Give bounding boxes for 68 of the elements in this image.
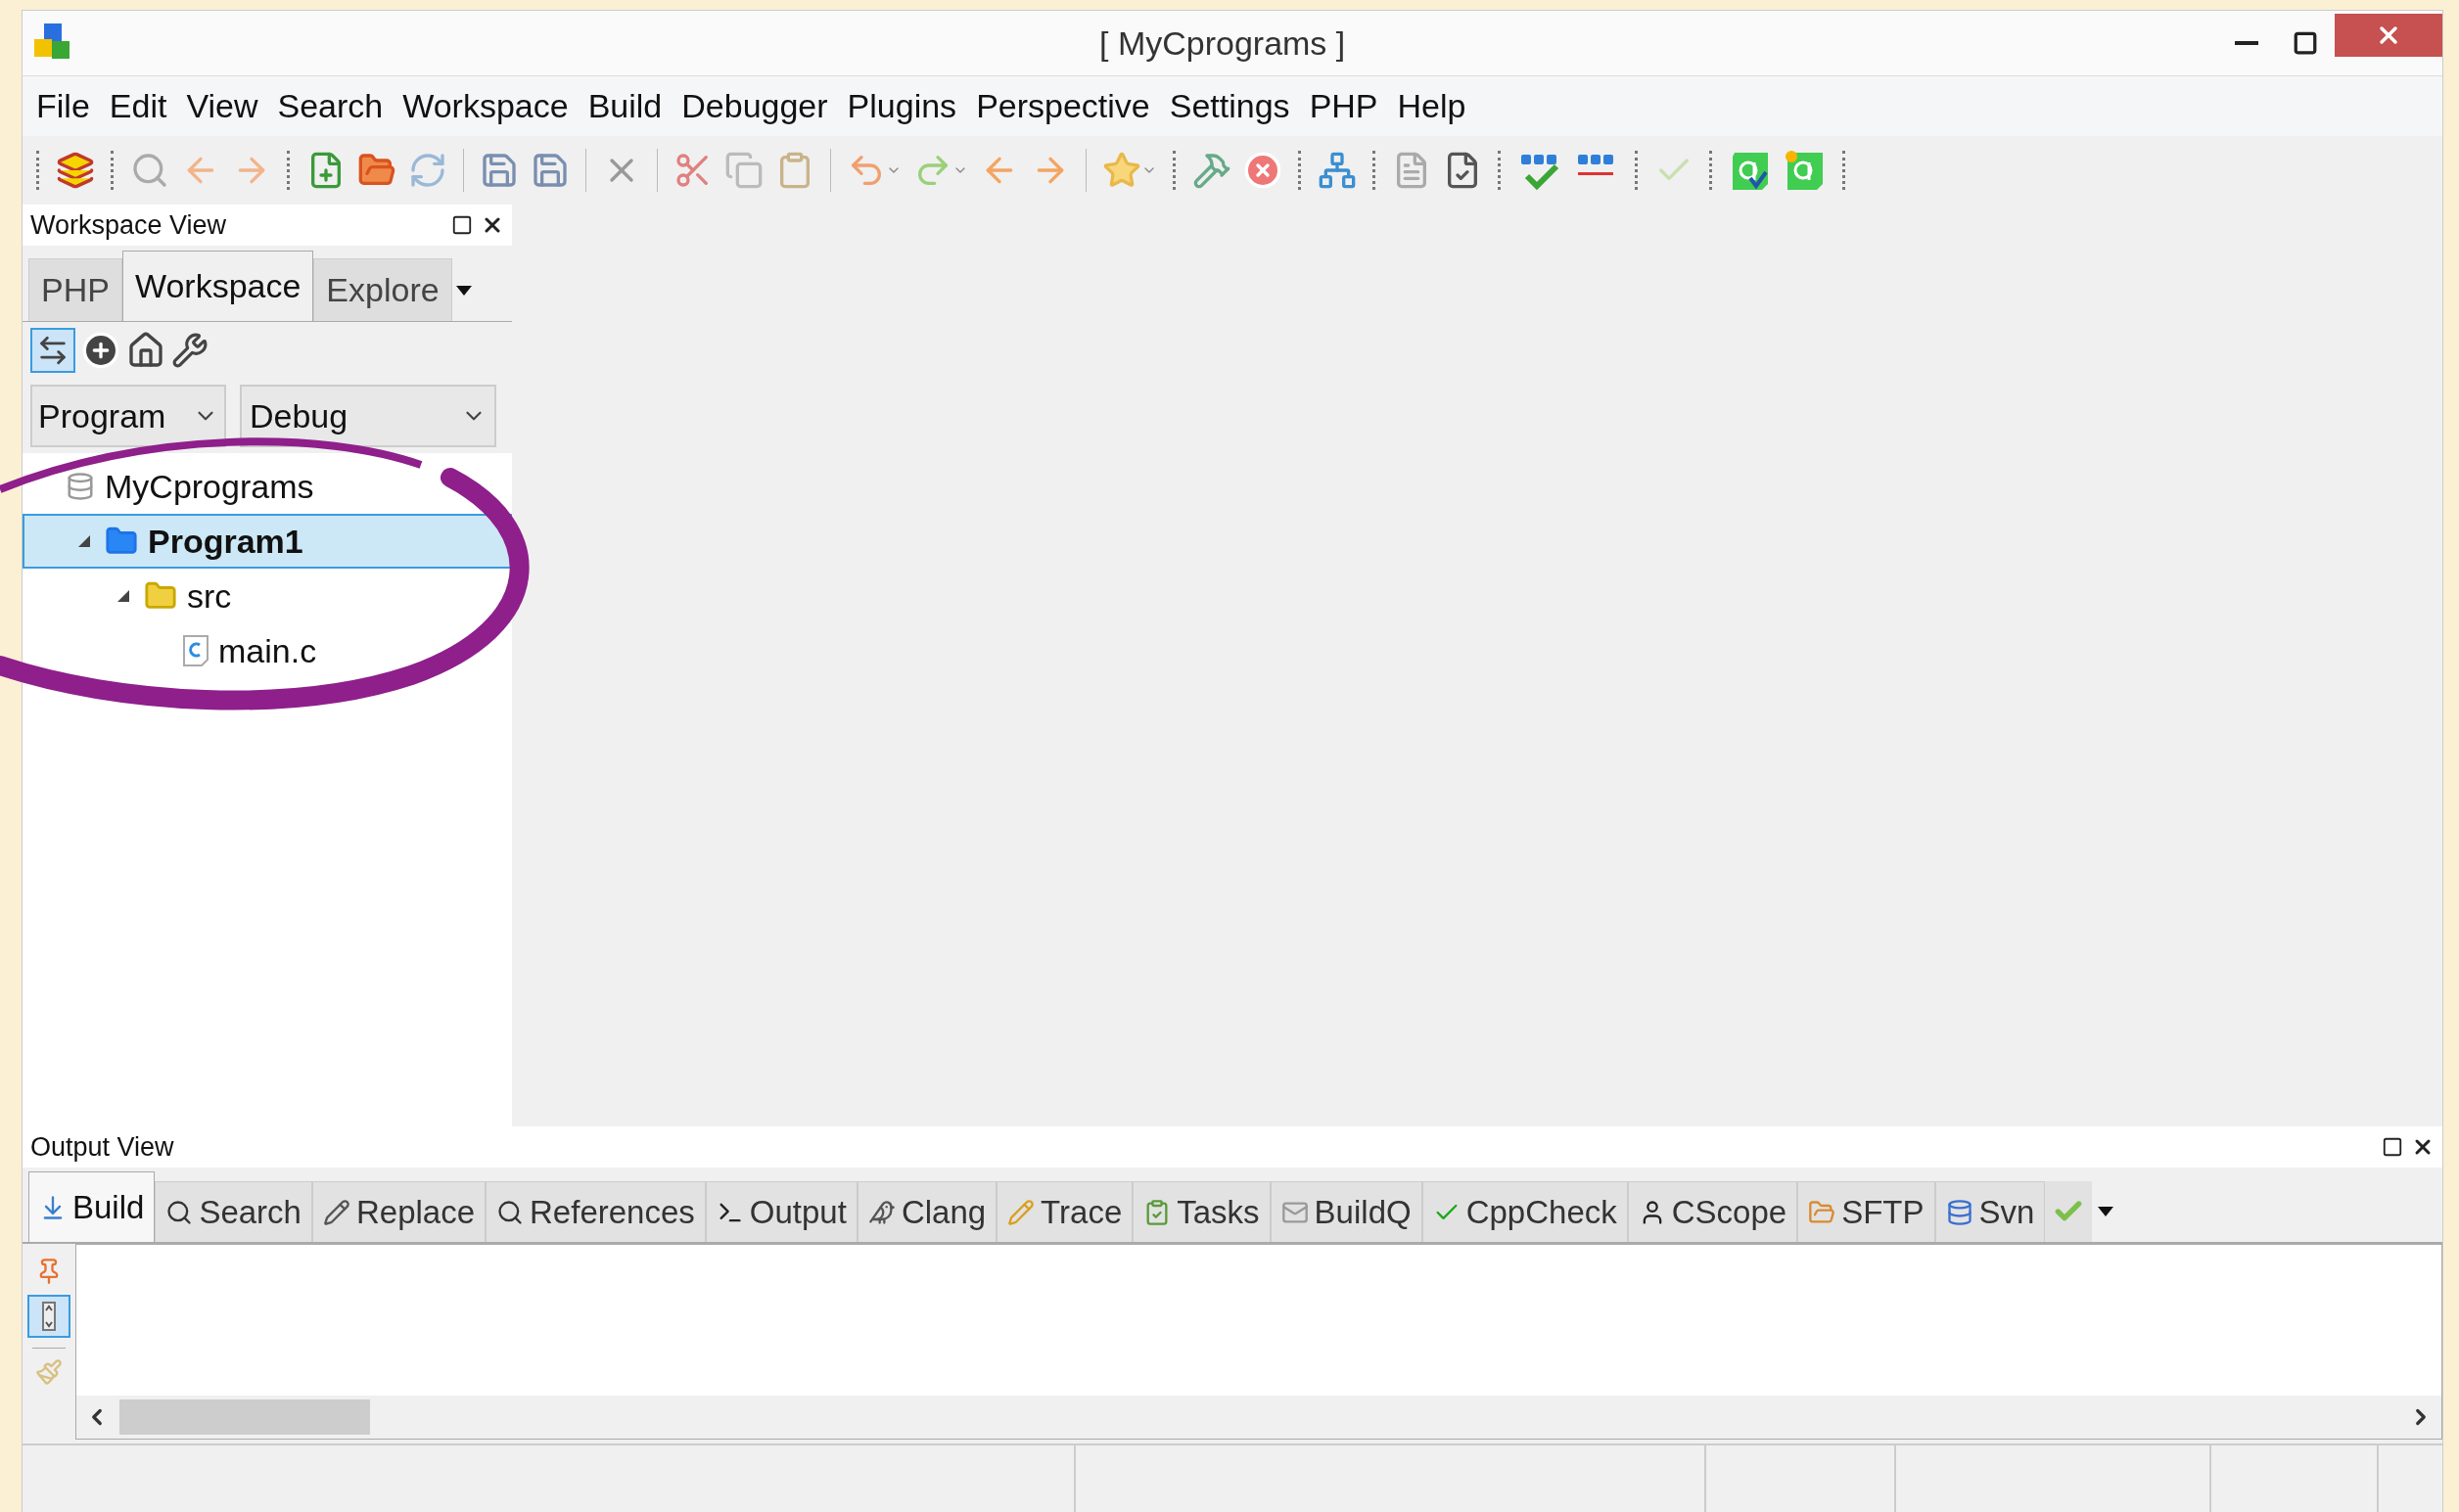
expanded-triangle-icon[interactable] — [116, 589, 130, 603]
tab[interactable]: References — [486, 1181, 706, 1242]
tab[interactable]: Replace — [311, 1181, 487, 1242]
stack-icon — [1945, 1198, 1973, 1226]
search-icon — [496, 1198, 525, 1226]
copy-icon[interactable] — [724, 151, 764, 190]
menu-item[interactable]: Plugins — [837, 81, 967, 131]
expanded-triangle-icon[interactable] — [77, 534, 91, 548]
close-button[interactable] — [2335, 14, 2442, 57]
tab[interactable]: CppCheck — [1421, 1181, 1628, 1242]
save-all-icon[interactable] — [531, 151, 570, 190]
project-dropdown[interactable]: Program — [30, 385, 226, 447]
minimize-icon — [2235, 41, 2258, 45]
menu-item[interactable]: Build — [578, 81, 673, 131]
menu-item[interactable]: Search — [267, 81, 394, 131]
maximize-icon — [2293, 30, 2318, 56]
menu-item[interactable]: Help — [1387, 81, 1476, 131]
menu-item[interactable]: File — [26, 81, 100, 131]
tree-item[interactable]: main.c — [23, 623, 512, 678]
menu-item[interactable]: PHP — [1299, 81, 1388, 131]
tab[interactable]: CScope — [1627, 1181, 1798, 1242]
tab[interactable]: Search — [155, 1181, 312, 1242]
tab[interactable]: Build — [28, 1171, 156, 1242]
search-icon[interactable] — [130, 151, 169, 190]
menu-item[interactable]: Debugger — [672, 81, 838, 131]
tree-item[interactable]: MyCprograms — [23, 459, 512, 514]
scroll-icon — [42, 1302, 56, 1331]
dropdown-arrow-icon[interactable] — [2098, 1207, 2114, 1218]
menu-item[interactable]: Edit — [99, 81, 177, 131]
home-icon[interactable] — [126, 331, 165, 370]
menu-item[interactable]: Perspective — [966, 81, 1160, 131]
add-circle-icon[interactable] — [81, 331, 120, 370]
menu-item[interactable]: Workspace — [393, 81, 579, 131]
sync-toggle-button[interactable] — [30, 328, 75, 373]
broom-icon[interactable] — [35, 1358, 63, 1386]
horizontal-scrollbar[interactable] — [76, 1396, 2441, 1439]
tree-item[interactable]: src — [23, 569, 512, 623]
tab[interactable]: Output — [705, 1181, 858, 1242]
reload-icon[interactable] — [408, 151, 447, 190]
scroll-lock-button[interactable] — [27, 1295, 70, 1338]
tree-item[interactable]: Program1 — [23, 514, 512, 569]
maximize-icon[interactable] — [451, 214, 473, 236]
pencil-icon — [1007, 1198, 1036, 1226]
c-file-icon — [183, 635, 209, 666]
save-icon[interactable] — [480, 151, 519, 190]
wrench-icon[interactable] — [171, 332, 209, 369]
tab[interactable]: BuildQ — [1270, 1181, 1422, 1242]
star-icon[interactable] — [1102, 151, 1141, 190]
maximize-icon[interactable] — [2382, 1136, 2403, 1158]
tab[interactable]: Clang — [857, 1181, 998, 1242]
window-title: [ MyCprograms ] — [1099, 23, 1346, 64]
stop-icon[interactable] — [1243, 151, 1282, 190]
hierarchy-icon[interactable] — [1318, 151, 1357, 190]
tab[interactable]: Svn — [1934, 1181, 2046, 1242]
tab[interactable]: Explore — [313, 258, 452, 321]
panel-title: Output View — [30, 1130, 174, 1164]
tab[interactable]: Trace — [997, 1181, 1134, 1242]
tab[interactable]: Tasks — [1133, 1181, 1271, 1242]
tab[interactable]: PHP — [28, 258, 122, 321]
search-icon — [165, 1198, 194, 1226]
scrollbar-thumb[interactable] — [119, 1399, 370, 1435]
dropdown-arrow-icon[interactable] — [455, 286, 472, 298]
tab[interactable]: SFTP — [1797, 1181, 1935, 1242]
tab[interactable]: Workspace — [121, 251, 314, 321]
configuration-dropdown[interactable]: Debug — [240, 385, 496, 447]
menu-item[interactable]: View — [176, 81, 268, 131]
panel-title: Workspace View — [30, 208, 227, 242]
menu-item[interactable]: Settings — [1159, 81, 1300, 131]
